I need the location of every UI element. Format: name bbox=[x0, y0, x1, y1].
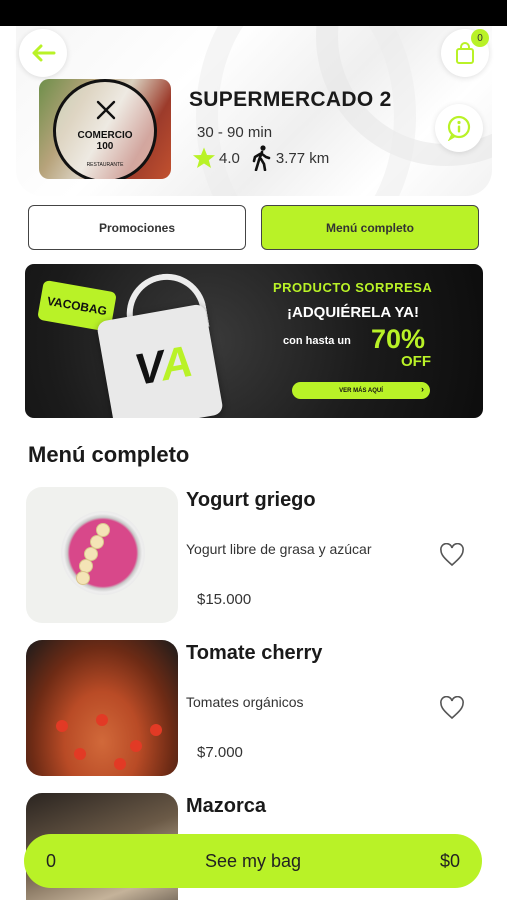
store-logo: COMERCIO 100 RESTAURANTE bbox=[39, 79, 171, 179]
banner-pre-text: con hasta un bbox=[283, 335, 351, 347]
banana-slice bbox=[76, 571, 90, 585]
info-icon bbox=[447, 115, 471, 141]
shopping-bag-icon bbox=[456, 42, 474, 64]
product-price: $7.000 bbox=[197, 744, 243, 761]
tomato-topping bbox=[130, 740, 142, 752]
walking-person-icon bbox=[252, 145, 271, 171]
heart-outline-icon[interactable] bbox=[439, 543, 465, 567]
product-card[interactable]: Yogurt griego Yogurt libre de grasa y az… bbox=[26, 487, 486, 623]
cutlery-icon bbox=[96, 100, 116, 120]
delivery-time: 30 - 90 min bbox=[197, 124, 273, 141]
product-description: Tomates orgánicos bbox=[186, 694, 304, 710]
product-name: Mazorca bbox=[186, 795, 267, 817]
see-my-bag-button[interactable]: 0 See my bag $0 bbox=[24, 834, 482, 888]
banner-subtitle: ¡ADQUIÉRELA YA! bbox=[287, 304, 419, 321]
store-distance: 3.77 km bbox=[275, 149, 330, 167]
product-image bbox=[26, 640, 178, 776]
tomato-topping bbox=[56, 720, 68, 732]
product-image bbox=[26, 487, 178, 623]
tomato-topping bbox=[114, 758, 126, 770]
section-title: Menú completo bbox=[28, 442, 190, 467]
cart-count-badge: 0 bbox=[471, 29, 489, 47]
banner-title: PRODUCTO SORPRESA bbox=[273, 280, 433, 295]
product-description: Yogurt libre de grasa y azúcar bbox=[186, 541, 372, 557]
bag-item-count: 0 bbox=[46, 850, 57, 871]
chevron-right-icon: › bbox=[421, 384, 424, 394]
product-price: $15.000 bbox=[197, 591, 252, 608]
product-name: Yogurt griego bbox=[186, 489, 316, 511]
bag-logo: VA bbox=[130, 336, 197, 395]
info-button[interactable] bbox=[435, 104, 483, 152]
back-button[interactable] bbox=[19, 29, 67, 77]
banner-cta-button[interactable]: VER MÁS AQUÍ › bbox=[292, 382, 430, 399]
promo-banner[interactable]: VACOBAG VA PRODUCTO SORPRESA ¡ADQUIÉRELA… bbox=[25, 264, 483, 418]
banner-off: OFF bbox=[401, 353, 431, 370]
tomato-topping bbox=[150, 724, 162, 736]
logo-title: COMERCIO 100 bbox=[77, 130, 133, 152]
tomato-topping bbox=[74, 748, 86, 760]
heart-outline-icon[interactable] bbox=[439, 696, 465, 720]
store-rating: 4.0 bbox=[219, 149, 240, 167]
product-card[interactable]: Tomate cherry Tomates orgánicos $7.000 bbox=[26, 640, 486, 776]
product-name: Tomate cherry bbox=[186, 642, 323, 664]
arrow-left-icon bbox=[32, 44, 56, 62]
star-icon bbox=[193, 147, 215, 168]
tab-promociones[interactable]: Promociones bbox=[28, 205, 246, 250]
bag-illustration: VA bbox=[96, 303, 224, 418]
banner-percent: 70% bbox=[371, 324, 426, 354]
logo-subtitle: RESTAURANTE bbox=[86, 162, 124, 168]
tab-menu-completo[interactable]: Menú completo bbox=[261, 205, 479, 250]
status-bar bbox=[0, 0, 507, 26]
bag-label: See my bag bbox=[204, 850, 302, 871]
store-meta: 4.0 3.77 km bbox=[192, 145, 329, 171]
store-name: SUPERMERCADO 2 bbox=[189, 88, 392, 111]
tomato-topping bbox=[96, 714, 108, 726]
banner-cta-label: VER MÁS AQUÍ bbox=[339, 387, 383, 394]
bag-total: $0 bbox=[439, 850, 460, 871]
